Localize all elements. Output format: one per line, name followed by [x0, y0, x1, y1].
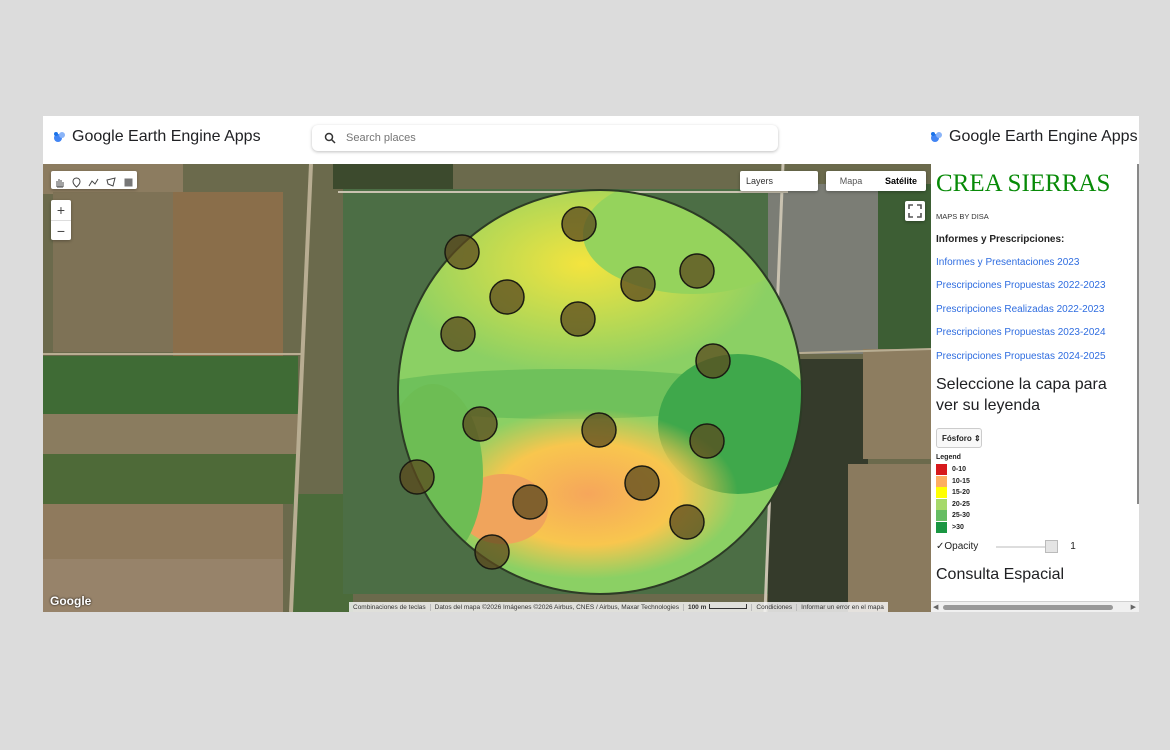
legend-label: 25-30 — [952, 512, 970, 519]
link-realizadas-2022-2023[interactable]: Prescripciones Realizadas 2022-2023 — [936, 304, 1104, 315]
scale-indicator: 100 m — [684, 603, 753, 611]
top-bar: Google Earth Engine Apps Google Earth En… — [43, 116, 1139, 164]
keyboard-shortcuts-link[interactable]: Combinaciones de teclas — [349, 603, 431, 611]
report-error-link[interactable]: Informar un error en el mapa — [797, 604, 888, 611]
search-box[interactable] — [312, 125, 778, 151]
legend-label: 0-10 — [952, 466, 967, 473]
legend-label: 20-25 — [952, 501, 970, 508]
layer-prompt: Seleccione la capa para ver su leyenda — [936, 376, 1107, 414]
scale-label: 100 m — [687, 603, 707, 611]
opacity-value: 1 — [1070, 541, 1076, 552]
scrollbar-thumb[interactable] — [943, 605, 1113, 610]
opacity-control: ✓ Opacity 1 — [936, 539, 1076, 553]
consulta-heading: Consulta Espacial — [936, 566, 1065, 583]
reports-heading: Informes y Prescripciones: — [936, 234, 1065, 245]
legend-item: 10-15 — [936, 476, 970, 487]
brand-right[interactable]: Google Earth Engine Apps — [930, 128, 1138, 146]
map-type-mapa[interactable]: Mapa — [826, 171, 876, 191]
legend-swatch — [936, 499, 947, 510]
map-type-control: Mapa Satélite — [826, 171, 926, 191]
select-arrows-icon: ⇕ — [974, 434, 981, 443]
legend-swatch — [936, 522, 947, 533]
terms-link[interactable]: Condiciones — [752, 603, 798, 611]
layer-select[interactable]: Fósforo ⇕ — [936, 428, 982, 448]
opacity-label: Opacity — [944, 541, 979, 552]
panel-subtitle: MAPS BY DISA — [936, 212, 989, 221]
app-window: Google Earth Engine Apps Google Earth En… — [43, 116, 1139, 612]
link-propuestas-2023-2024[interactable]: Prescripciones Propuestas 2023-2024 — [936, 327, 1106, 338]
hand-icon[interactable] — [54, 175, 65, 187]
vertical-scrollbar[interactable] — [1137, 164, 1139, 504]
search-input[interactable] — [344, 131, 768, 145]
legend-swatch — [936, 510, 947, 521]
scroll-left-icon[interactable]: ◀ — [933, 603, 938, 611]
marker-icon[interactable] — [71, 175, 82, 188]
satellite-imagery — [43, 164, 931, 612]
legend-swatch — [936, 487, 947, 498]
layers-button[interactable]: Layers — [740, 171, 818, 191]
map-canvas[interactable]: + − Layers Mapa Satélite Google Combinac… — [43, 164, 931, 612]
legend-label: 10-15 — [952, 478, 970, 485]
legend-label: >30 — [952, 524, 964, 531]
scroll-right-icon[interactable]: ▶ — [1131, 603, 1136, 611]
map-data-text: Datos del mapa ©2026 Imágenes ©2026 Airb… — [431, 603, 684, 611]
link-informes-2023[interactable]: Informes y Presentaciones 2023 — [936, 257, 1079, 268]
link-propuestas-2024-2025[interactable]: Prescripciones Propuestas 2024-2025 — [936, 351, 1106, 362]
zoom-control: + − — [51, 200, 71, 240]
earth-engine-logo-icon — [54, 132, 65, 142]
brand-left-text: Google Earth Engine Apps — [72, 128, 261, 145]
polygon-icon[interactable] — [106, 175, 117, 187]
opacity-slider-handle[interactable] — [1045, 539, 1059, 553]
legend-swatch — [936, 464, 947, 475]
legend-item: >30 — [936, 522, 964, 533]
zoom-in-button[interactable]: + — [51, 200, 71, 221]
legend-item: 0-10 — [936, 464, 966, 475]
brand-left[interactable]: Google Earth Engine Apps — [53, 128, 261, 146]
rectangle-icon[interactable] — [123, 175, 134, 186]
legend-swatch — [936, 476, 947, 487]
map-attribution: Combinaciones de teclas Datos del mapa ©… — [349, 602, 888, 612]
fullscreen-icon — [908, 204, 922, 218]
legend-label: 15-20 — [952, 489, 970, 496]
horizontal-scrollbar[interactable]: ◀ ▶ — [931, 601, 1139, 612]
legend-item: 25-30 — [936, 510, 970, 521]
legend-title: Legend — [936, 454, 961, 461]
legend-item: 20-25 — [936, 499, 970, 510]
legend-item: 15-20 — [936, 487, 970, 498]
fullscreen-button[interactable] — [905, 201, 925, 221]
google-logo: Google — [50, 594, 92, 608]
panel-title: CREA SIERRAS — [936, 170, 1111, 197]
link-propuestas-2022-2023[interactable]: Prescripciones Propuestas 2022-2023 — [936, 280, 1106, 291]
brand-right-text: Google Earth Engine Apps — [949, 128, 1138, 145]
map-type-satelite[interactable]: Satélite — [876, 171, 926, 191]
scale-bar — [709, 604, 748, 610]
drawing-tools — [51, 171, 137, 189]
zoom-out-button[interactable]: − — [51, 221, 71, 241]
opacity-slider[interactable] — [996, 539, 1059, 553]
search-icon — [324, 132, 336, 144]
side-panel: CREA SIERRAS MAPS BY DISA Informes y Pre… — [931, 164, 1139, 612]
earth-engine-logo-icon — [931, 132, 942, 142]
polyline-icon[interactable] — [88, 175, 99, 186]
opacity-checkbox[interactable]: ✓ — [936, 541, 944, 552]
layer-select-value: Fósforo — [942, 434, 972, 443]
